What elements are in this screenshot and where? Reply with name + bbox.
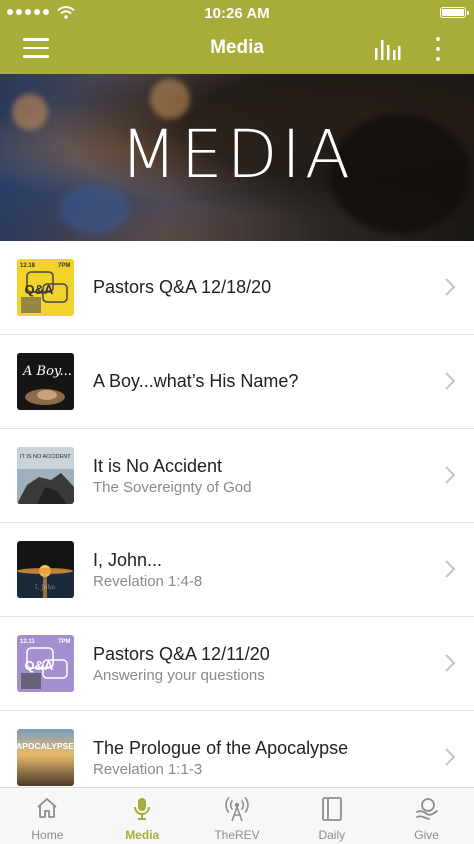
media-list-item[interactable]: I, John I, John... Revelation 1:4-8 bbox=[0, 523, 474, 617]
battery-icon bbox=[440, 7, 469, 18]
media-item-title: A Boy...what’s His Name? bbox=[93, 371, 299, 391]
hamburger-line bbox=[23, 38, 49, 41]
chevron-right-icon bbox=[445, 372, 456, 390]
thumb-caption: IT IS NO ACCIDENT bbox=[20, 454, 71, 460]
tab-media[interactable]: Media bbox=[95, 788, 190, 844]
banner-title: MEDIA bbox=[119, 116, 355, 193]
status-time: 10:26 AM bbox=[204, 5, 270, 22]
top-bar: 10:26 AM Media bbox=[0, 0, 474, 74]
bokeh-light bbox=[150, 79, 190, 119]
apocalypse-artwork: APOCALYPSE bbox=[17, 729, 74, 786]
audio-bars-icon[interactable] bbox=[372, 36, 402, 62]
media-thumbnail: 12.18 7PM Q&A bbox=[17, 259, 74, 316]
thumb-time: 7PM bbox=[58, 263, 70, 269]
i-john-artwork: I, John bbox=[17, 541, 74, 598]
tab-label: Media bbox=[125, 828, 160, 842]
dot bbox=[436, 47, 440, 51]
tab-label: Home bbox=[31, 828, 64, 842]
tab-daily[interactable]: Daily bbox=[284, 788, 379, 844]
media-list-item[interactable]: A Boy... A Boy...what’s His Name? bbox=[0, 335, 474, 429]
thumb-caption: APOCALYPSE bbox=[17, 741, 74, 751]
media-thumbnail: I, John bbox=[17, 541, 74, 598]
media-thumbnail: IT IS NO ACCIDENT bbox=[17, 447, 74, 504]
page-title: Media bbox=[210, 37, 264, 58]
thumb-script: A Boy... bbox=[22, 364, 72, 379]
thumb-mark: Q&A bbox=[25, 658, 55, 673]
media-item-title: It is No Accident bbox=[93, 456, 223, 476]
book-icon bbox=[321, 797, 342, 821]
tab-therev[interactable]: TheREV bbox=[190, 788, 285, 844]
tab-home[interactable]: Home bbox=[0, 788, 95, 844]
give-icon bbox=[415, 798, 438, 820]
thumb-time: 7PM bbox=[58, 639, 70, 645]
media-item-subtitle: Answering your questions bbox=[93, 667, 265, 684]
media-list: 12.18 7PM Q&A Pastors Q&A 12/18/20 A Boy… bbox=[0, 241, 474, 787]
media-item-subtitle: The Sovereignty of God bbox=[93, 479, 252, 496]
media-banner: MEDIA bbox=[0, 74, 474, 241]
dot bbox=[436, 57, 440, 61]
chevron-right-icon bbox=[445, 560, 456, 578]
status-bar: 10:26 AM bbox=[0, 0, 474, 26]
media-list-item[interactable]: 12.11 7PM Q&A Pastors Q&A 12/11/20 Answe… bbox=[0, 617, 474, 711]
dot bbox=[436, 37, 440, 41]
media-item-subtitle: Revelation 1:1-3 bbox=[93, 761, 203, 778]
menu-button[interactable] bbox=[23, 38, 49, 60]
thumb-date: 12.11 bbox=[20, 639, 35, 645]
qa-artwork: 12.11 7PM Q&A bbox=[17, 635, 74, 692]
home-icon bbox=[37, 798, 57, 818]
chevron-right-icon bbox=[445, 748, 456, 766]
media-thumbnail: 12.11 7PM Q&A bbox=[17, 635, 74, 692]
media-item-subtitle: Revelation 1:4-8 bbox=[93, 573, 203, 590]
microphone-icon bbox=[134, 798, 151, 820]
media-list-item[interactable]: IT IS NO ACCIDENT It is No Accident The … bbox=[0, 429, 474, 523]
tab-label: TheREV bbox=[214, 828, 260, 842]
a-boy-artwork: A Boy... bbox=[17, 353, 74, 410]
thumb-date: 12.18 bbox=[20, 263, 36, 269]
qa-artwork: 12.18 7PM Q&A bbox=[17, 259, 74, 316]
hamburger-line bbox=[23, 55, 49, 58]
tab-bar: Home Media TheREV Daily Give bbox=[0, 787, 474, 844]
media-list-item[interactable]: APOCALYPSE The Prologue of the Apocalyps… bbox=[0, 711, 474, 787]
media-item-title: I, John... bbox=[93, 550, 163, 570]
media-item-title: The Prologue of the Apocalypse bbox=[93, 738, 349, 758]
broadcast-icon bbox=[225, 796, 249, 822]
tab-give[interactable]: Give bbox=[379, 788, 474, 844]
chevron-right-icon bbox=[445, 278, 456, 296]
thumb-script: I, John bbox=[35, 584, 55, 591]
media-thumbnail: APOCALYPSE bbox=[17, 729, 74, 786]
tab-label: Give bbox=[414, 828, 439, 842]
thumb-mark: Q&A bbox=[25, 282, 55, 297]
nav-bar: Media bbox=[0, 26, 474, 74]
media-list-item[interactable]: 12.18 7PM Q&A Pastors Q&A 12/18/20 bbox=[0, 241, 474, 335]
tab-label: Daily bbox=[318, 828, 346, 842]
chevron-right-icon bbox=[445, 654, 456, 672]
hamburger-line bbox=[23, 46, 49, 49]
more-options-button[interactable] bbox=[428, 36, 448, 62]
media-item-title: Pastors Q&A 12/11/20 bbox=[93, 644, 270, 664]
chevron-right-icon bbox=[445, 466, 456, 484]
no-accident-artwork: IT IS NO ACCIDENT bbox=[17, 447, 74, 504]
media-thumbnail: A Boy... bbox=[17, 353, 74, 410]
media-item-title: Pastors Q&A 12/18/20 bbox=[93, 277, 272, 297]
